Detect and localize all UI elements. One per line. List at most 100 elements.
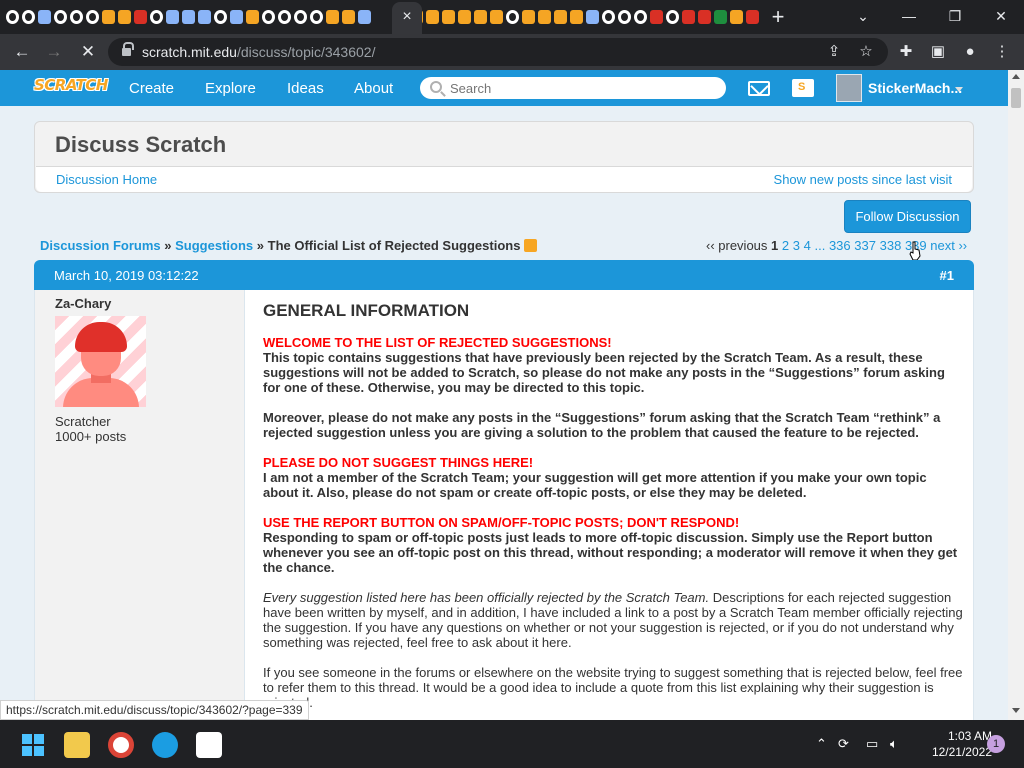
tab-favicon[interactable] [570,10,583,24]
tab-favicon[interactable] [358,10,371,24]
follow-discussion-button[interactable]: Follow Discussion [844,200,971,233]
volume-icon[interactable]: 🔈︎ [890,736,898,752]
lock-icon[interactable] [122,42,134,57]
tab-favicon[interactable] [426,10,439,24]
pagination-page[interactable]: 336 [829,238,851,253]
tab-favicon[interactable] [618,10,631,24]
tab-favicon[interactable] [246,10,259,24]
pagination-page[interactable]: 4 [804,238,811,253]
tab-favicon[interactable] [182,10,195,24]
tab-favicon[interactable] [458,10,471,24]
post-date[interactable]: March 10, 2019 03:12:22 [54,268,199,283]
tab-favicon[interactable] [506,10,519,24]
tab-favicon[interactable] [474,10,487,24]
pagination-page[interactable]: 338 [880,238,902,253]
scratch-logo[interactable]: SCRATCH [34,76,108,100]
tab-favicon[interactable] [134,10,147,24]
search-input[interactable] [450,79,710,97]
my-stuff-icon[interactable] [792,79,814,97]
notification-badge[interactable]: 1 [987,735,1005,753]
tray-chevron-icon[interactable]: ⌃ [816,736,827,752]
new-tab-button[interactable]: + [768,6,788,28]
tab-favicon[interactable] [682,10,695,24]
tab-favicon[interactable] [54,10,67,24]
tab-favicon[interactable] [666,10,679,24]
tab-favicon[interactable] [278,10,291,24]
search-box[interactable] [420,77,726,99]
tab-favicon[interactable] [730,10,743,24]
tab-favicon[interactable] [310,10,323,24]
scroll-up-icon[interactable] [1012,74,1020,79]
tab-favicon[interactable] [118,10,131,24]
scroll-thumb[interactable] [1011,88,1021,108]
discussion-home-link[interactable]: Discussion Home [56,172,157,187]
breadcrumb-suggestions[interactable]: Suggestions [175,238,253,253]
tab-favicon[interactable] [70,10,83,24]
tab-favicon[interactable] [698,10,711,24]
tab-favicon[interactable] [442,10,455,24]
tab-favicon[interactable] [342,10,355,24]
bookmark-star-icon[interactable]: ☆ [856,42,876,62]
edge-icon[interactable] [152,732,178,758]
tab-favicon[interactable] [6,10,19,24]
page-scrollbar[interactable] [1008,70,1024,720]
tab-favicon[interactable] [230,10,243,24]
close-window-button[interactable]: ✕ [988,5,1014,27]
pagination-next[interactable]: next ›› [930,238,967,253]
nav-ideas[interactable]: Ideas [287,80,324,97]
username[interactable]: StickerMach... [868,80,962,96]
close-tab-icon[interactable]: × [398,8,416,26]
tab-favicon[interactable] [490,10,503,24]
restore-button[interactable]: ❐ [942,5,968,27]
pagination-page[interactable]: 2 [782,238,789,253]
tab-favicon[interactable] [586,10,599,24]
post-author[interactable]: Za-Chary [55,296,111,311]
forward-button[interactable]: → [42,41,66,63]
back-button[interactable]: ← [10,41,34,63]
pagination-page[interactable]: 337 [854,238,876,253]
tab-favicon[interactable] [198,10,211,24]
network-icon[interactable]: ▭ [866,736,878,752]
profile-icon[interactable]: ● [960,42,980,62]
rss-icon[interactable] [524,239,538,252]
user-avatar[interactable] [836,74,862,102]
tab-favicon[interactable] [538,10,551,24]
side-panel-icon[interactable]: ▣ [928,42,948,62]
nav-create[interactable]: Create [129,80,174,97]
nav-about[interactable]: About [354,80,393,97]
tab-favicon[interactable] [22,10,35,24]
store-icon[interactable] [196,732,222,758]
tab-favicon[interactable] [262,10,275,24]
tab-favicon[interactable] [166,10,179,24]
file-explorer-icon[interactable] [64,732,90,758]
chevron-down-icon[interactable] [955,87,963,92]
tab-search-icon[interactable]: ⌄ [850,5,876,27]
tab-favicon[interactable] [214,10,227,24]
tab-list[interactable] [6,7,762,27]
tab-favicon[interactable] [714,10,727,24]
tab-favicon[interactable] [634,10,647,24]
tab-favicon[interactable] [554,10,567,24]
tab-favicon[interactable] [650,10,663,24]
new-posts-link[interactable]: Show new posts since last visit [774,172,952,187]
tab-favicon[interactable] [86,10,99,24]
post-number[interactable]: #1 [940,268,954,283]
tab-favicon[interactable] [38,10,51,24]
breadcrumb-forums[interactable]: Discussion Forums [40,238,161,253]
chrome-icon[interactable] [108,732,134,758]
scroll-down-icon[interactable] [1012,708,1020,713]
tab-favicon[interactable] [602,10,615,24]
tab-favicon[interactable] [150,10,163,24]
extensions-icon[interactable]: ✚ [896,42,916,62]
tab-favicon[interactable] [326,10,339,24]
messages-icon[interactable] [748,81,770,96]
start-button[interactable] [22,734,44,756]
tab-favicon[interactable] [294,10,307,24]
sync-icon[interactable]: ⟳ [838,736,849,752]
address-bar[interactable]: scratch.mit.edu/discuss/topic/343602/ [108,38,888,66]
menu-kebab-icon[interactable]: ⋮ [992,42,1012,62]
share-icon[interactable]: ⇪ [824,42,844,62]
author-avatar[interactable] [55,316,146,407]
tab-favicon[interactable] [522,10,535,24]
stop-loading-button[interactable]: ✕ [76,41,100,63]
